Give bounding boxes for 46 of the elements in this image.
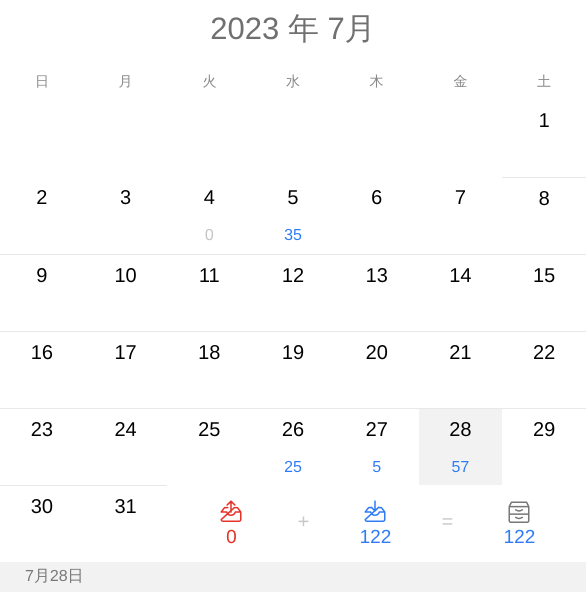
- day-cell[interactable]: 18: [167, 331, 252, 408]
- day-cell[interactable]: 13: [334, 254, 419, 331]
- inbox-icon: [362, 499, 388, 525]
- day-cell[interactable]: 17: [84, 331, 168, 408]
- weekday-label: 日: [34, 73, 50, 91]
- day-cell[interactable]: 23: [0, 408, 84, 485]
- weekday-label: 金: [452, 73, 468, 91]
- day-cell[interactable]: 12: [251, 254, 335, 331]
- weekday-label: 水: [284, 73, 301, 91]
- day-cell[interactable]: 22: [502, 331, 586, 408]
- month-title: 2023 年 7月: [209, 10, 377, 48]
- operator-sign: =: [442, 511, 454, 534]
- day-count: 5: [372, 458, 382, 478]
- day-cell[interactable]: 9: [0, 254, 84, 331]
- day-cell[interactable]: 2: [0, 177, 84, 254]
- selected-day-cell[interactable]: 28 57: [418, 408, 502, 485]
- day-cell[interactable]: 16: [0, 331, 84, 408]
- weekday-label: 土: [536, 73, 552, 91]
- day-cell[interactable]: 20: [334, 331, 419, 408]
- day-cell[interactable]: 4 0: [167, 177, 252, 254]
- day-cell[interactable]: 19: [251, 331, 335, 408]
- day-cell[interactable]: 24: [84, 408, 168, 485]
- operator-sign: +: [298, 511, 310, 534]
- day-cell[interactable]: 7: [418, 177, 502, 254]
- day-cell[interactable]: 14: [418, 254, 502, 331]
- day-cell[interactable]: 8: [502, 177, 586, 254]
- drawers-icon: [506, 499, 532, 525]
- day-count: 57: [452, 458, 470, 478]
- day-count: 25: [284, 458, 302, 478]
- day-count: 35: [284, 226, 302, 246]
- day-cell[interactable]: 11: [167, 254, 252, 331]
- day-cell[interactable]: 6: [334, 177, 419, 254]
- weekday-label: 木: [368, 73, 385, 91]
- weekday-label: 火: [201, 73, 218, 91]
- section-header: 7月28日: [0, 562, 586, 592]
- count-value: 0: [226, 527, 237, 549]
- day-cell[interactable]: 15: [502, 254, 586, 331]
- outbox-icon: [218, 499, 244, 525]
- day-cell[interactable]: 10: [84, 254, 168, 331]
- day-cell[interactable]: 1: [502, 100, 586, 177]
- count-value: 122: [504, 527, 536, 549]
- count-value: 122: [360, 527, 392, 549]
- day-cell[interactable]: 5 35: [251, 177, 335, 254]
- weekday-label: 月: [118, 73, 134, 91]
- day-count: 0: [204, 226, 214, 246]
- day-cell[interactable]: 3: [84, 177, 168, 254]
